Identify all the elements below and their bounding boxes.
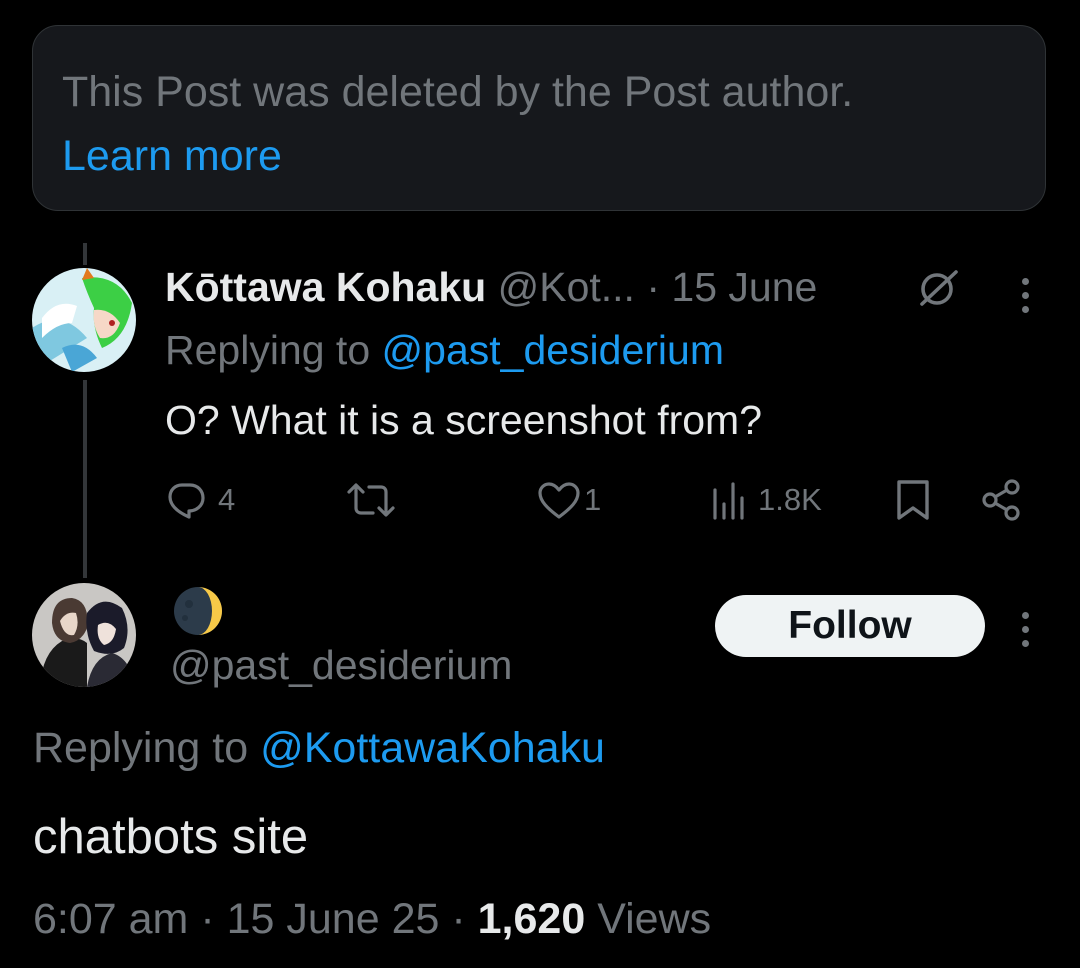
like-icon: [538, 482, 580, 519]
learn-more-link[interactable]: Learn more: [62, 126, 282, 186]
reply-icon: [168, 483, 205, 519]
meta-dot-2: ·: [451, 895, 466, 943]
replying-prefix: Replying to: [165, 327, 371, 373]
avatar-kottawa[interactable]: [32, 268, 136, 372]
main-replying-prefix: Replying to: [33, 724, 249, 772]
replying-handle-link[interactable]: @past_desiderium: [382, 327, 724, 373]
reply-post-text: O? What it is a screenshot from?: [165, 397, 763, 443]
thread-line-bottom: [83, 380, 87, 578]
moon-emoji-icon: [174, 587, 222, 635]
post-full-date[interactable]: 15 June 25: [227, 895, 440, 943]
repost-icon: [347, 483, 395, 517]
deleted-notice-text: This Post was deleted by the Post author…: [62, 68, 854, 116]
post-date[interactable]: 15 June: [671, 264, 817, 310]
main-replying-to-line: Replying to @KottawaKohaku: [33, 718, 605, 778]
views-total[interactable]: 1,620: [478, 895, 586, 943]
more-icon[interactable]: [1022, 278, 1030, 320]
more-icon-main[interactable]: [1022, 612, 1030, 654]
views-label: Views: [597, 895, 712, 943]
replying-to-line: Replying to @past_desiderium: [165, 321, 724, 379]
separator-dot: ·: [646, 264, 661, 310]
reply-post-header: Kōttawa Kohaku @Kot... · 15 June: [165, 258, 817, 316]
follow-button[interactable]: Follow: [715, 595, 985, 657]
main-replying-handle-link[interactable]: @KottawaKohaku: [260, 724, 605, 772]
display-name[interactable]: Kōttawa Kohaku: [165, 264, 486, 310]
share-icon: [982, 479, 1020, 521]
avatar-past-desiderium[interactable]: [32, 583, 136, 687]
like-count: 1: [584, 482, 602, 517]
bookmark-icon: [897, 480, 929, 520]
views-icon: [713, 482, 744, 520]
post-meta: 6:07 am · 15 June 25 · 1,620 Views: [33, 889, 711, 949]
thread-line-top: [83, 243, 87, 265]
display-name-moon[interactable]: [171, 584, 225, 638]
main-post-text: chatbots site: [33, 810, 309, 864]
post-time[interactable]: 6:07 am: [33, 895, 188, 943]
main-user-handle[interactable]: @past_desiderium: [170, 636, 512, 694]
meta-dot-1: ·: [200, 895, 215, 943]
grok-icon[interactable]: [916, 268, 962, 313]
views-count: 1.8K: [758, 482, 822, 517]
user-handle[interactable]: @Kot...: [498, 264, 635, 310]
reply-count: 4: [218, 482, 236, 517]
